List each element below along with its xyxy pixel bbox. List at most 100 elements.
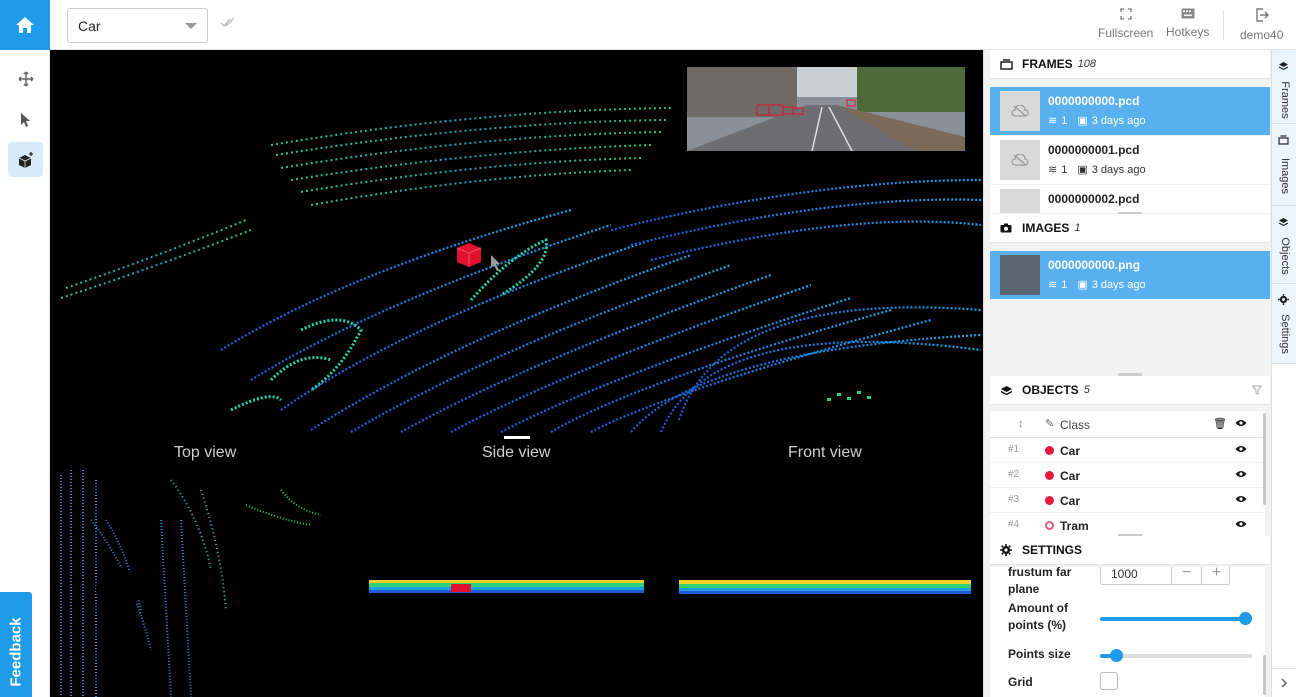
tab-objects-label: Objects [1278,237,1291,275]
hotkeys-label: Hotkeys [1166,25,1210,39]
fullscreen-icon [1120,8,1132,20]
tab-settings[interactable]: Settings [1272,284,1296,364]
frustum-far-value: 1000 [1111,567,1138,581]
frames-count: 108 [1077,58,1097,70]
select-tool-button[interactable] [8,102,43,137]
layers-icon: ≋ [1048,115,1058,127]
hotkeys-button[interactable]: Hotkeys [1166,8,1209,39]
settings-section-header[interactable]: SETTINGS [990,536,1270,565]
delete-all-icon[interactable]: 🗑 [1213,417,1227,430]
settings-scrollbar[interactable] [1263,655,1266,695]
camera-icon [998,223,1014,233]
collapse-panel-button[interactable] [1272,668,1296,697]
front-view-strip [679,580,971,594]
frame-date: 3 days ago [1091,114,1146,127]
frame-name: 0000000000.pcd [1048,94,1140,108]
app-root: Car Fullscreen Hotkeys demo40 Feedback T… [0,0,1296,697]
eye-icon[interactable] [1235,520,1247,528]
side-view-label[interactable]: Side view [482,444,550,462]
frame-item[interactable]: 0000000001.pcd ≋ 1 ▣ 3 days ago [990,136,1270,184]
eye-icon[interactable] [1235,470,1247,478]
feedback-button[interactable]: Feedback [0,592,32,697]
image-name: 0000000000.png [1048,258,1141,272]
eye-icon[interactable] [1235,445,1247,453]
object-class: Car [1060,494,1081,508]
images-title: IMAGES [1022,221,1070,235]
annotation-cuboid[interactable] [456,243,482,267]
class-color-dot [1045,521,1054,530]
decrement-button[interactable]: − [1171,567,1201,584]
sort-icon[interactable]: ↕ [1018,418,1024,430]
frames-section-header[interactable]: FRAMES 108 [990,50,1270,79]
move-tool-button[interactable] [8,61,43,96]
objects-scrollbar[interactable] [1263,413,1266,505]
eye-icon[interactable] [1235,419,1247,427]
object-class: Car [1060,444,1081,458]
class-color-dot [1045,496,1054,505]
feedback-label: Feedback [7,616,25,687]
image-date: 3 days ago [1091,278,1146,291]
increment-button[interactable]: + [1201,567,1231,584]
settings-title: SETTINGS [1022,543,1083,557]
front-view-label[interactable]: Front view [788,444,862,462]
settings-body: frustum far plane 1000 − + Amount of poi… [990,567,1265,697]
images-section-header[interactable]: IMAGES 1 [990,214,1270,243]
gear-icon [998,544,1014,556]
objects-section-header[interactable]: OBJECTS 5 [990,376,1270,405]
class-column-header[interactable]: Class [1060,418,1090,432]
object-row[interactable]: #1 Car [990,438,1265,463]
brush-icon: ✎ [1045,418,1055,430]
object-row[interactable]: #3 Car [990,488,1265,513]
image-layers: 1 [1061,278,1068,291]
tab-objects[interactable]: Objects [1272,206,1296,284]
camera-image-inset[interactable] [687,67,965,151]
fullscreen-button[interactable]: Fullscreen [1098,8,1153,40]
frame-date: 3 days ago [1091,163,1146,176]
layers-icon [998,385,1014,396]
eye-icon[interactable] [1235,495,1247,503]
image-thumbnail [1000,255,1040,295]
objects-table: ↕ ✎ Class 🗑 #1 Car #2 Car #3 Car #4 Tram [990,411,1265,538]
object-index: #4 [1008,519,1020,530]
frame-meta: ≋ 1 ▣ 3 days ago [1048,114,1146,128]
object-index: #2 [1008,469,1020,480]
cuboid-tool-button[interactable] [8,142,43,177]
frame-item[interactable]: 0000000000.pcd ≋ 1 ▣ 3 days ago [990,87,1270,135]
tab-images[interactable]: Images [1272,124,1296,206]
logout-button[interactable]: demo40 [1240,8,1283,42]
keyboard-icon [1181,8,1195,19]
amount-of-points-label: Amount of points (%) [1008,600,1068,634]
cloud-off-icon [1000,91,1040,131]
points-size-label: Points size [1008,647,1071,661]
slider-thumb[interactable] [1239,612,1252,625]
frame-item[interactable]: 0000000002.pcd [990,185,1270,213]
points-size-slider[interactable] [1100,649,1252,662]
object-index: #1 [1008,444,1020,455]
filter-icon[interactable] [1252,385,1262,395]
double-check-icon[interactable] [220,16,236,28]
slider-thumb[interactable] [1110,649,1123,662]
top-bar: Car Fullscreen Hotkeys demo40 [0,0,1296,50]
side-view-strip [369,580,644,593]
object-class: Tram [1060,519,1089,533]
class-color-dot [1045,446,1054,455]
image-item[interactable]: 0000000000.png ≋ 1 ▣ 3 days ago [990,251,1270,299]
chevron-down-icon [185,23,197,29]
grid-label: Grid [1008,675,1033,689]
object-row[interactable]: #2 Car [990,463,1265,488]
class-select[interactable]: Car [67,8,208,43]
grid-checkbox[interactable] [1100,672,1118,690]
frame-layers: 1 [1061,163,1068,176]
frames-icon [1278,132,1289,150]
left-toolbar: Feedback [0,50,50,697]
cuboid-icon [18,151,33,168]
calendar-icon: ▣ [1077,115,1088,127]
point-cloud-viewport[interactable]: Top view Side view Front view [51,50,983,697]
tab-frames[interactable]: Frames [1272,50,1296,124]
top-view-label[interactable]: Top view [174,444,236,462]
amount-of-points-slider[interactable] [1100,612,1252,625]
home-button[interactable] [0,0,50,50]
object-index: #3 [1008,494,1020,505]
frustum-far-input[interactable]: 1000 − + [1100,567,1230,585]
frame-layers: 1 [1061,114,1068,127]
